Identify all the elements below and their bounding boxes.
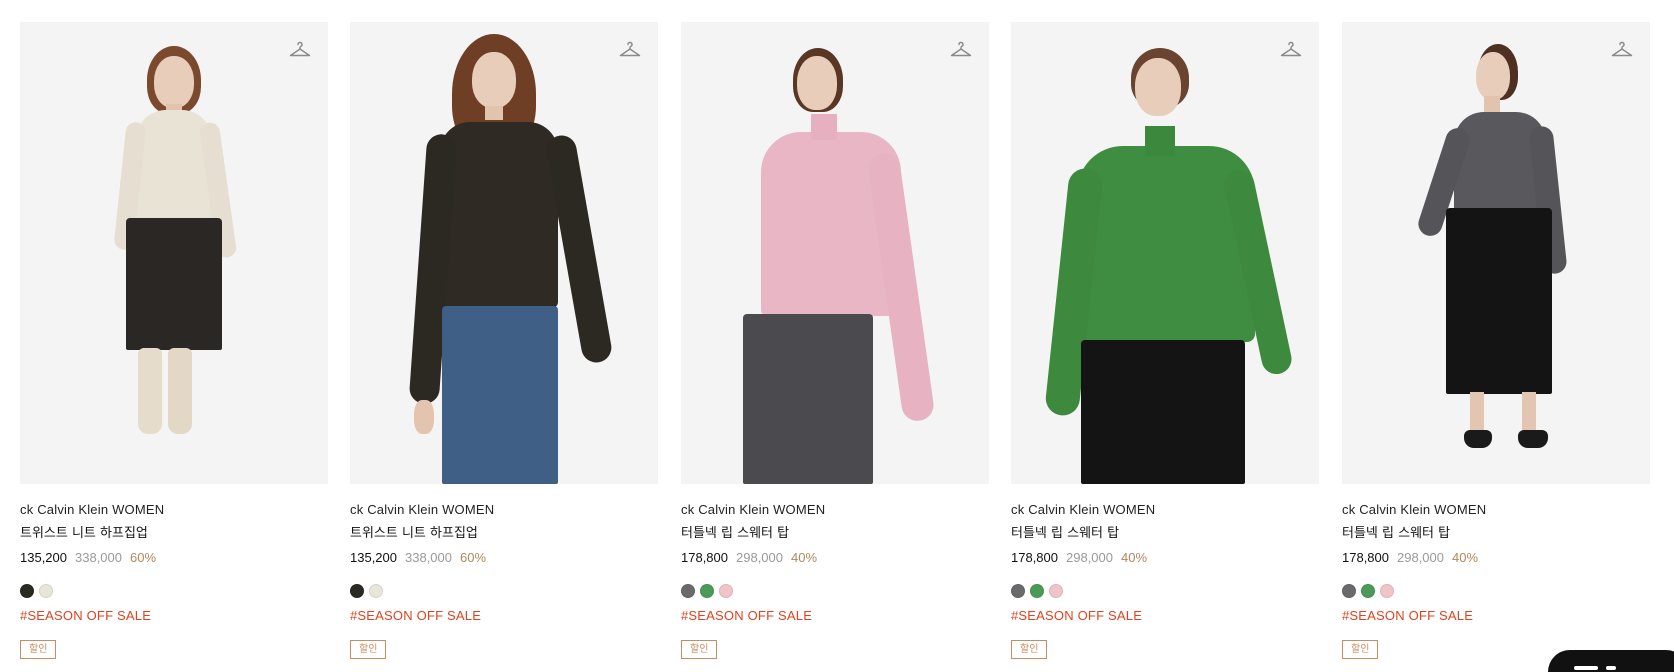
model-figure (681, 22, 989, 484)
product-card[interactable]: ck Calvin Klein WOMEN 트위스트 니트 하프집업 135,2… (350, 22, 658, 659)
price-row: 178,800 298,000 40% (1342, 550, 1650, 566)
product-image[interactable] (20, 22, 328, 484)
price-original: 298,000 (736, 550, 783, 565)
discount-rate: 40% (1452, 550, 1479, 565)
model-figure (350, 22, 658, 484)
price-original: 298,000 (1397, 550, 1444, 565)
floating-action-button[interactable] (1548, 650, 1674, 672)
discount-rate: 60% (130, 550, 157, 565)
product-brand[interactable]: ck Calvin Klein WOMEN (350, 502, 658, 518)
product-card[interactable]: ck Calvin Klein WOMEN 터틀넥 립 스웨터 탑 178,80… (681, 22, 989, 659)
color-swatch-pink[interactable] (1380, 584, 1394, 598)
hanger-icon[interactable] (618, 38, 642, 62)
price-sale: 178,800 (1342, 550, 1389, 565)
color-swatch-black[interactable] (20, 584, 34, 598)
color-swatches (1342, 584, 1650, 598)
promo-tag[interactable]: #SEASON OFF SALE (20, 608, 328, 624)
product-image[interactable] (681, 22, 989, 484)
discount-badge: 할인 (681, 640, 718, 659)
color-swatch-gray[interactable] (1011, 584, 1025, 598)
price-sale: 135,200 (20, 550, 67, 565)
price-original: 338,000 (405, 550, 452, 565)
color-swatches (20, 584, 328, 598)
color-swatch-black[interactable] (350, 584, 364, 598)
color-swatches (681, 584, 989, 598)
price-row: 178,800 298,000 40% (1011, 550, 1319, 566)
product-name[interactable]: 트위스트 니트 하프집업 (350, 526, 658, 542)
color-swatch-pink[interactable] (1049, 584, 1063, 598)
product-image[interactable] (1342, 22, 1650, 484)
color-swatch-gray[interactable] (1342, 584, 1356, 598)
color-swatch-ivory[interactable] (369, 584, 383, 598)
model-figure (1342, 22, 1650, 484)
product-brand[interactable]: ck Calvin Klein WOMEN (20, 502, 328, 518)
color-swatches (350, 584, 658, 598)
product-brand[interactable]: ck Calvin Klein WOMEN (1342, 502, 1650, 518)
color-swatch-pink[interactable] (719, 584, 733, 598)
color-swatch-green[interactable] (1361, 584, 1375, 598)
product-card[interactable]: ck Calvin Klein WOMEN 터틀넥 립 스웨터 탑 178,80… (1342, 22, 1650, 659)
price-row: 178,800 298,000 40% (681, 550, 989, 566)
discount-rate: 40% (791, 550, 818, 565)
discount-badge: 할인 (20, 640, 57, 659)
product-brand[interactable]: ck Calvin Klein WOMEN (681, 502, 989, 518)
color-swatch-gray[interactable] (681, 584, 695, 598)
hanger-icon[interactable] (1279, 38, 1303, 62)
price-sale: 178,800 (1011, 550, 1058, 565)
product-name[interactable]: 터틀넥 립 스웨터 탑 (1342, 526, 1650, 542)
discount-badge: 할인 (1342, 640, 1379, 659)
price-sale: 178,800 (681, 550, 728, 565)
hanger-icon[interactable] (949, 38, 973, 62)
product-image[interactable] (350, 22, 658, 484)
color-swatches (1011, 584, 1319, 598)
model-figure (20, 22, 328, 484)
button-glyph (1574, 666, 1598, 670)
discount-rate: 40% (1121, 550, 1148, 565)
color-swatch-ivory[interactable] (39, 584, 53, 598)
price-original: 298,000 (1066, 550, 1113, 565)
promo-tag[interactable]: #SEASON OFF SALE (1011, 608, 1319, 624)
product-name[interactable]: 터틀넥 립 스웨터 탑 (1011, 526, 1319, 542)
promo-tag[interactable]: #SEASON OFF SALE (1342, 608, 1650, 624)
price-original: 338,000 (75, 550, 122, 565)
price-row: 135,200 338,000 60% (350, 550, 658, 566)
color-swatch-green[interactable] (700, 584, 714, 598)
discount-badge: 할인 (350, 640, 387, 659)
button-glyph (1606, 666, 1616, 670)
color-swatch-green[interactable] (1030, 584, 1044, 598)
product-name[interactable]: 트위스트 니트 하프집업 (20, 526, 328, 542)
discount-badge: 할인 (1011, 640, 1048, 659)
model-figure (1011, 22, 1319, 484)
product-card[interactable]: ck Calvin Klein WOMEN 트위스트 니트 하프집업 135,2… (20, 22, 328, 659)
hanger-icon[interactable] (288, 38, 312, 62)
product-grid: ck Calvin Klein WOMEN 트위스트 니트 하프집업 135,2… (20, 22, 1650, 672)
price-row: 135,200 338,000 60% (20, 550, 328, 566)
promo-tag[interactable]: #SEASON OFF SALE (350, 608, 658, 624)
price-sale: 135,200 (350, 550, 397, 565)
discount-rate: 60% (460, 550, 487, 565)
hanger-icon[interactable] (1610, 38, 1634, 62)
promo-tag[interactable]: #SEASON OFF SALE (681, 608, 989, 624)
product-card[interactable]: ck Calvin Klein WOMEN 터틀넥 립 스웨터 탑 178,80… (1011, 22, 1319, 659)
product-image[interactable] (1011, 22, 1319, 484)
product-brand[interactable]: ck Calvin Klein WOMEN (1011, 502, 1319, 518)
product-name[interactable]: 터틀넥 립 스웨터 탑 (681, 526, 989, 542)
